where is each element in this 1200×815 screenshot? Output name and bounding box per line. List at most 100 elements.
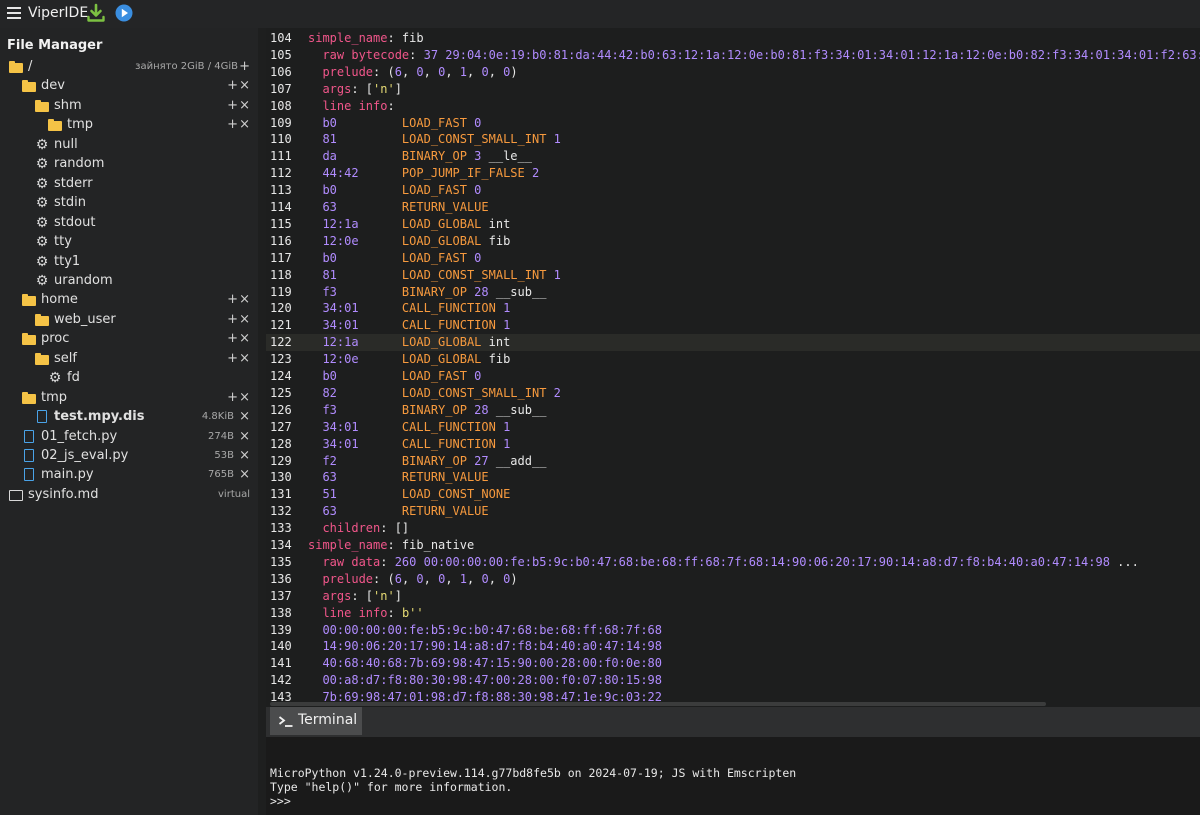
- close-icon[interactable]: ×: [239, 117, 250, 132]
- code-line[interactable]: 140 14:90:06:20:17:90:14:a8:d7:f8:b4:40:…: [266, 638, 1200, 655]
- close-icon[interactable]: ×: [239, 292, 250, 307]
- tree-item-tmp[interactable]: tmp + ×: [0, 389, 258, 408]
- close-icon[interactable]: ×: [239, 331, 250, 346]
- code-line[interactable]: 129 f2 BINARY_OP 27 __add__: [266, 453, 1200, 470]
- code-line[interactable]: 125 82 LOAD_CONST_SMALL_INT 2: [266, 385, 1200, 402]
- code-token: line info: [308, 605, 388, 620]
- add-icon[interactable]: +: [227, 331, 238, 346]
- add-icon[interactable]: +: [227, 312, 238, 327]
- tree-item-label: sysinfo.md: [28, 486, 99, 502]
- code-line[interactable]: 136 prelude: (6, 0, 0, 1, 0, 0): [266, 571, 1200, 588]
- tree-item-stderr[interactable]: ⚙ stderr: [0, 175, 258, 194]
- code-line[interactable]: 109 b0 LOAD_FAST 0: [266, 115, 1200, 132]
- add-icon[interactable]: +: [227, 351, 238, 366]
- code-token: 40:68:40:68:7b:69:98:47:15:90:00:28:00:f…: [308, 656, 663, 671]
- close-icon[interactable]: ×: [239, 312, 250, 327]
- code-line[interactable]: 137 args: ['n']: [266, 588, 1200, 605]
- tree-item-01-fetch-py[interactable]: 01_fetch.py 274B ×: [0, 428, 258, 447]
- tree-item-root[interactable]: / зайнято 2GiB / 4GiB +: [0, 58, 258, 77]
- code-line[interactable]: 132 63 RETURN_VALUE: [266, 503, 1200, 520]
- tree-item-shm[interactable]: shm + ×: [0, 97, 258, 116]
- tree-item-label: stdout: [54, 214, 96, 230]
- code-line[interactable]: 104 simple_name: fib: [266, 30, 1200, 47]
- add-icon[interactable]: +: [239, 59, 250, 74]
- code-line[interactable]: 118 81 LOAD_CONST_SMALL_INT 1: [266, 267, 1200, 284]
- code-line[interactable]: 106 prelude: (6, 0, 0, 1, 0, 0): [266, 64, 1200, 81]
- close-icon[interactable]: ×: [239, 351, 250, 366]
- code-line[interactable]: 107 args: ['n']: [266, 81, 1200, 98]
- run-icon[interactable]: [114, 3, 134, 23]
- add-icon[interactable]: +: [227, 390, 238, 405]
- code-line[interactable]: 135 raw data: 260 00:00:00:00:fe:b5:9c:b…: [266, 554, 1200, 571]
- code-line[interactable]: 134 simple_name: fib_native: [266, 537, 1200, 554]
- tree-item-home[interactable]: home + ×: [0, 291, 258, 310]
- code-line[interactable]: 130 63 RETURN_VALUE: [266, 469, 1200, 486]
- code-line[interactable]: 131 51 LOAD_CONST_NONE: [266, 486, 1200, 503]
- code-line[interactable]: 119 f3 BINARY_OP 28 __sub__: [266, 284, 1200, 301]
- tab-terminal[interactable]: Terminal: [270, 707, 362, 735]
- tree-item-dev[interactable]: dev + ×: [0, 77, 258, 96]
- close-icon[interactable]: ×: [239, 390, 250, 405]
- code-token: da: [308, 149, 402, 164]
- tree-item-tty1[interactable]: ⚙ tty1: [0, 253, 258, 272]
- code-line[interactable]: 120 34:01 CALL_FUNCTION 1: [266, 300, 1200, 317]
- tree-item-test-mpy-dis[interactable]: test.mpy.dis 4.8KiB ×: [0, 408, 258, 427]
- code-line[interactable]: 126 f3 BINARY_OP 28 __sub__: [266, 402, 1200, 419]
- code-line[interactable]: 138 line info: b'': [266, 605, 1200, 622]
- code-line[interactable]: 128 34:01 CALL_FUNCTION 1: [266, 436, 1200, 453]
- add-icon[interactable]: +: [227, 117, 238, 132]
- tree-item-stdin[interactable]: ⚙ stdin: [0, 194, 258, 213]
- add-icon[interactable]: +: [227, 98, 238, 113]
- tree-item-main-py[interactable]: main.py 765B ×: [0, 466, 258, 485]
- code-line[interactable]: 110 81 LOAD_CONST_SMALL_INT 1: [266, 131, 1200, 148]
- close-icon[interactable]: ×: [239, 98, 250, 113]
- tree-item-proc[interactable]: proc + ×: [0, 330, 258, 349]
- close-icon[interactable]: ×: [239, 448, 250, 463]
- code-line[interactable]: 121 34:01 CALL_FUNCTION 1: [266, 317, 1200, 334]
- close-icon[interactable]: ×: [239, 467, 250, 482]
- code-line[interactable]: 141 40:68:40:68:7b:69:98:47:15:90:00:28:…: [266, 655, 1200, 672]
- tree-item-tty[interactable]: ⚙ tty: [0, 233, 258, 252]
- code-line[interactable]: 127 34:01 CALL_FUNCTION 1: [266, 419, 1200, 436]
- code-line[interactable]: 142 00:a8:d7:f8:80:30:98:47:00:28:00:f0:…: [266, 672, 1200, 689]
- close-icon[interactable]: ×: [239, 78, 250, 93]
- tree-item-urandom[interactable]: ⚙ urandom: [0, 272, 258, 291]
- add-icon[interactable]: +: [227, 78, 238, 93]
- line-number: 117: [270, 250, 292, 265]
- horizontal-scrollbar[interactable]: [270, 702, 1046, 706]
- hamburger-menu-icon[interactable]: [7, 4, 21, 22]
- tree-item-stdout[interactable]: ⚙ stdout: [0, 214, 258, 233]
- code-line[interactable]: 111 da BINARY_OP 3 __le__: [266, 148, 1200, 165]
- code-line[interactable]: 115 12:1a LOAD_GLOBAL int: [266, 216, 1200, 233]
- tree-item-web-user[interactable]: web_user + ×: [0, 311, 258, 330]
- code-line[interactable]: 133 children: []: [266, 520, 1200, 537]
- tree-item-self[interactable]: self + ×: [0, 350, 258, 369]
- add-icon[interactable]: +: [227, 292, 238, 307]
- tree-item-tmp[interactable]: tmp + ×: [0, 116, 258, 135]
- code-line[interactable]: 112 44:42 POP_JUMP_IF_FALSE 2: [266, 165, 1200, 182]
- code-line[interactable]: 124 b0 LOAD_FAST 0: [266, 368, 1200, 385]
- code-line[interactable]: 105 raw bytecode: 37 29:04:0e:19:b0:81:d…: [266, 47, 1200, 64]
- code-line[interactable]: 113 b0 LOAD_FAST 0: [266, 182, 1200, 199]
- code-line[interactable]: 122 12:1a LOAD_GLOBAL int: [266, 334, 1200, 352]
- tree-item-02-js-eval-py[interactable]: 02_js_eval.py 53B ×: [0, 447, 258, 466]
- terminal-output[interactable]: MicroPython v1.24.0-preview.114.g77bd8fe…: [266, 737, 1200, 815]
- close-icon[interactable]: ×: [239, 409, 250, 424]
- code-line[interactable]: 116 12:0e LOAD_GLOBAL fib: [266, 233, 1200, 250]
- close-icon[interactable]: ×: [239, 429, 250, 444]
- tree-item-null[interactable]: ⚙ null: [0, 136, 258, 155]
- line-content: raw data: 260 00:00:00:00:fe:b5:9c:b0:47…: [308, 554, 1138, 571]
- tree-item-fd[interactable]: ⚙ fd: [0, 369, 258, 388]
- code-line[interactable]: 108 line info:: [266, 98, 1200, 115]
- code-line[interactable]: 123 12:0e LOAD_GLOBAL fib: [266, 351, 1200, 368]
- line-number: 104: [270, 31, 292, 45]
- tree-item-sysinfo-md[interactable]: sysinfo.md virtual: [0, 486, 258, 505]
- code-line[interactable]: 117 b0 LOAD_FAST 0: [266, 250, 1200, 267]
- download-icon[interactable]: [86, 3, 106, 23]
- terminal-prompt[interactable]: >>>: [270, 794, 291, 808]
- code-line[interactable]: 139 00:00:00:00:fe:b5:9c:b0:47:68:be:68:…: [266, 622, 1200, 639]
- file-icon: [24, 429, 34, 443]
- code-editor[interactable]: 104 simple_name: fib 105 raw bytecode: 37 …: [266, 28, 1200, 707]
- code-line[interactable]: 114 63 RETURN_VALUE: [266, 199, 1200, 216]
- tree-item-random[interactable]: ⚙ random: [0, 155, 258, 174]
